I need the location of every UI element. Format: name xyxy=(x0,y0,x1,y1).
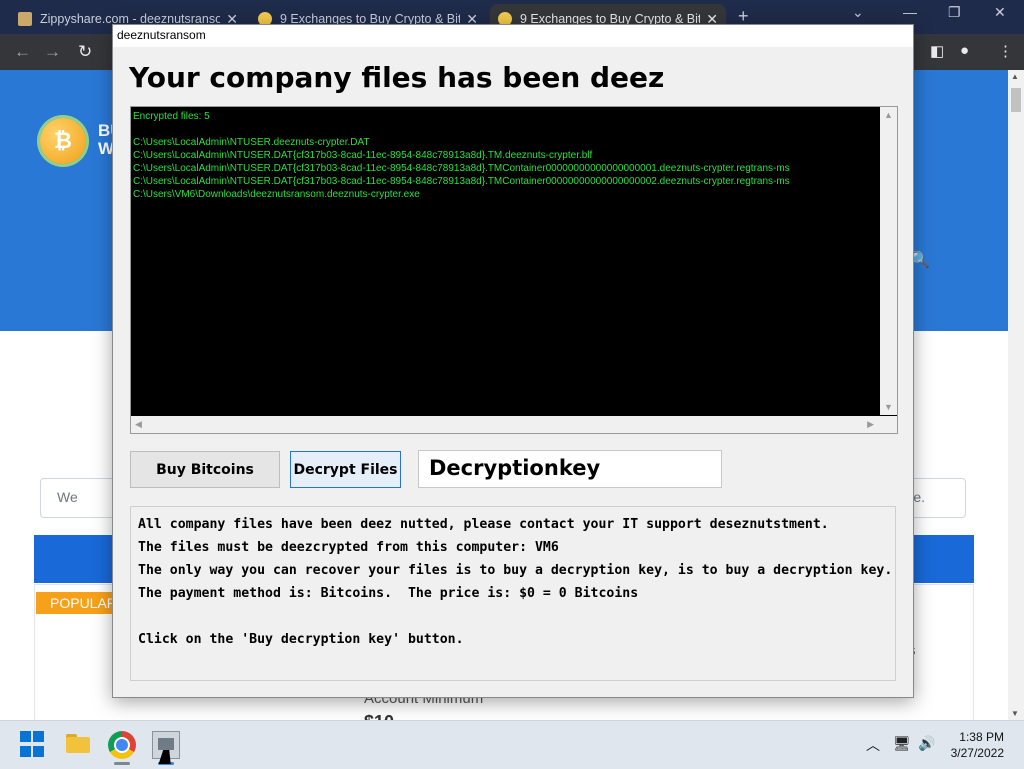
console-line: Encrypted files: 5 xyxy=(133,111,210,122)
search-placeholder-end: e. xyxy=(913,489,925,505)
scroll-down-icon[interactable]: ▼ xyxy=(1011,709,1019,718)
encrypted-files-list: Encrypted files: 5 C:\Users\LocalAdmin\N… xyxy=(133,110,873,201)
zippyshare-favicon-icon xyxy=(18,12,32,26)
windows-start-icon[interactable] xyxy=(20,731,48,759)
page-scrollbar[interactable]: ▲ ▼ xyxy=(1008,70,1024,720)
encrypted-files-console[interactable]: Encrypted files: 5 C:\Users\LocalAdmin\N… xyxy=(130,106,898,434)
clock-time: 1:38 PM xyxy=(959,730,1004,744)
scroll-right-icon[interactable]: ▶ xyxy=(867,419,874,430)
scrollbar-corner xyxy=(880,416,897,433)
scrollbar-thumb[interactable] xyxy=(1011,88,1021,112)
side-panel-icon[interactable]: ◧ xyxy=(930,42,944,60)
restore-button[interactable]: ❐ xyxy=(948,4,961,21)
system-clock[interactable]: 1:38 PM 3/27/2022 xyxy=(951,729,1004,761)
minimize-button[interactable]: — xyxy=(903,4,917,20)
reload-icon[interactable]: ↻ xyxy=(78,42,92,62)
bitcoin-logo-icon: ₿ xyxy=(40,118,86,164)
scroll-up-icon[interactable]: ▲ xyxy=(1011,72,1019,81)
ransom-headline: Your company files has been deez xyxy=(129,61,665,94)
close-window-button[interactable]: ✕ xyxy=(994,4,1006,21)
console-line: C:\Users\LocalAdmin\NTUSER.DAT{cf317b03-… xyxy=(133,176,790,187)
scroll-up-icon[interactable]: ▲ xyxy=(884,110,893,120)
decrypt-files-button[interactable]: Decrypt Files xyxy=(290,451,401,488)
console-line: C:\Users\LocalAdmin\NTUSER.DAT{cf317b03-… xyxy=(133,163,790,174)
menu-kebab-icon[interactable]: ⋮ xyxy=(998,42,1013,60)
ransom-message-box[interactable]: All company files have been deez nutted,… xyxy=(130,506,896,681)
console-vertical-scrollbar[interactable]: ▲ ▼ xyxy=(880,107,897,415)
message-line: The payment method is: Bitcoins. The pri… xyxy=(138,586,639,601)
clock-date: 3/27/2022 xyxy=(950,746,1004,760)
buy-bitcoins-button[interactable]: Buy Bitcoins xyxy=(130,451,280,488)
scroll-down-icon[interactable]: ▼ xyxy=(884,402,893,412)
message-line: The only way you can recover your files … xyxy=(138,563,893,578)
search-placeholder-start: We xyxy=(57,489,78,505)
taskbar: ︿ 🖥 🔊 1:38 PM 3/27/2022 xyxy=(0,720,1024,769)
chrome-running-indicator xyxy=(114,762,130,765)
console-horizontal-scrollbar[interactable]: ◀ ▶ xyxy=(131,416,880,433)
chrome-browser-icon[interactable] xyxy=(108,731,136,759)
decryption-key-field[interactable]: Decryptionkey xyxy=(418,450,722,488)
console-line: C:\Users\VM6\Downloads\deeznutsransom.de… xyxy=(133,189,420,200)
message-line: All company files have been deez nutted,… xyxy=(138,517,829,532)
forward-arrow-icon[interactable]: → xyxy=(44,42,61,62)
message-line: The files must be deezcrypted from this … xyxy=(138,540,559,555)
volume-icon[interactable]: 🔊 xyxy=(918,735,935,752)
account-minimum-value: $10 xyxy=(364,712,394,720)
message-line: Click on the 'Buy decryption key' button… xyxy=(138,632,464,647)
message-line xyxy=(138,605,888,628)
tab-search-chevron-icon[interactable]: ⌄ xyxy=(852,4,864,21)
console-line: C:\Users\LocalAdmin\NTUSER.DAT{cf317b03-… xyxy=(133,150,593,161)
dialog-title-bar[interactable]: deeznutsransom xyxy=(113,25,913,47)
ransomware-dialog: deeznutsransom Your company files has be… xyxy=(112,24,914,698)
file-explorer-icon[interactable] xyxy=(64,731,92,759)
network-icon[interactable]: 🖥 xyxy=(893,735,911,752)
tray-chevron-up-icon[interactable]: ︿ xyxy=(866,735,880,755)
profile-avatar-icon[interactable]: ● xyxy=(960,42,969,59)
scroll-left-icon[interactable]: ◀ xyxy=(135,419,142,430)
back-arrow-icon[interactable]: ← xyxy=(14,42,31,62)
console-line: C:\Users\LocalAdmin\NTUSER.deeznuts-cryp… xyxy=(133,137,370,148)
